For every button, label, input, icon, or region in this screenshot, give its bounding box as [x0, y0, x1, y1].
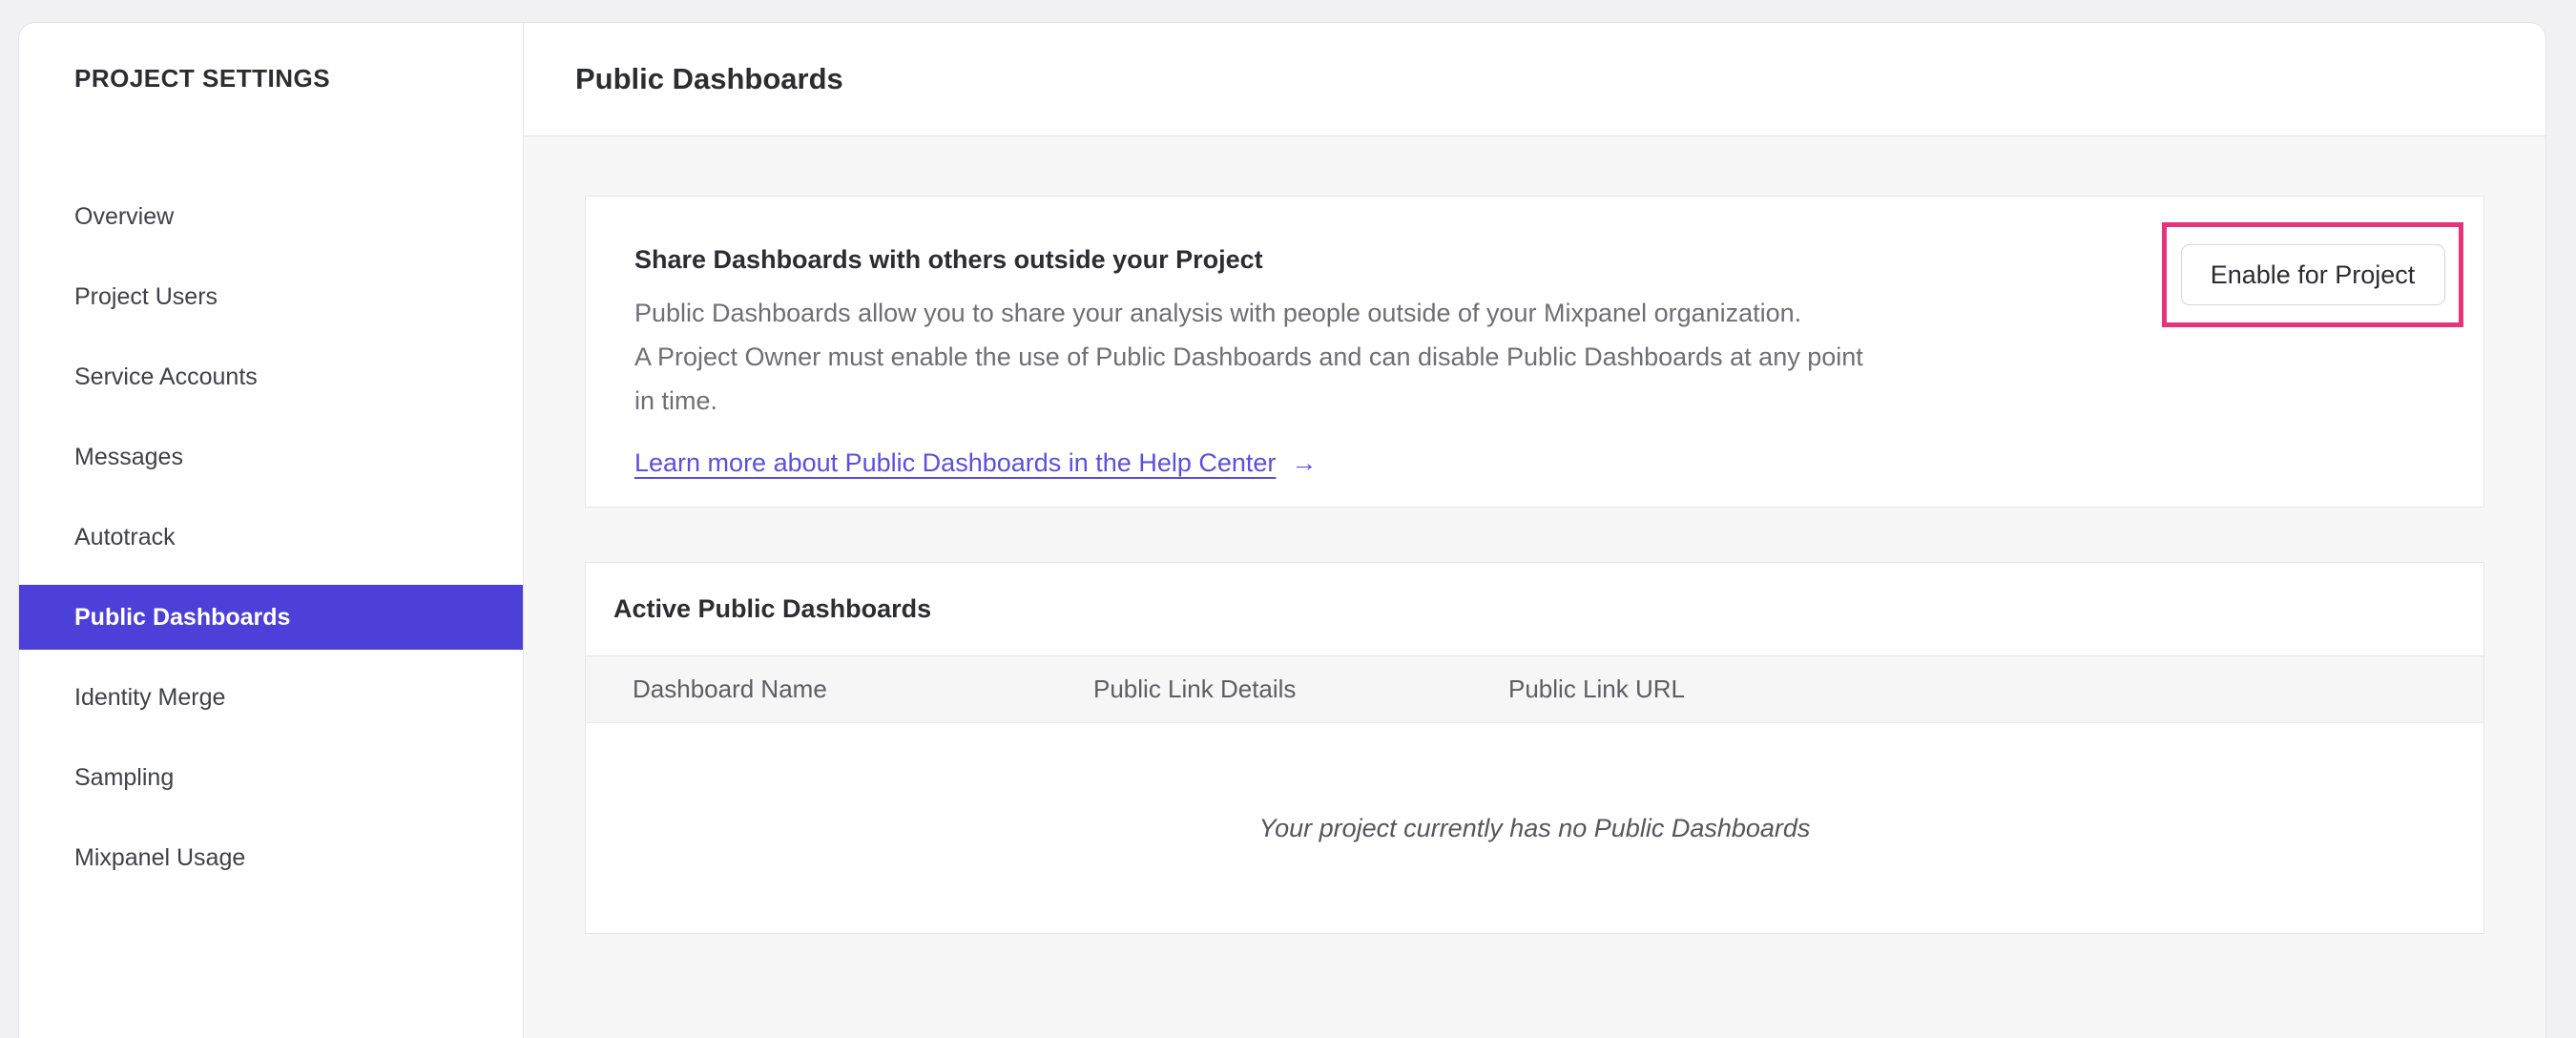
column-header-public-link-url: Public Link URL	[1508, 675, 1685, 703]
share-card-description-line: in time.	[634, 386, 718, 415]
main-content: Share Dashboards with others outside you…	[525, 137, 2545, 1038]
sidebar-item-overview[interactable]: Overview	[19, 184, 523, 249]
sidebar-item-messages[interactable]: Messages	[19, 425, 523, 489]
column-header-public-link-details: Public Link Details	[1093, 675, 1297, 703]
sidebar-nav: Overview Project Users Service Accounts Mes…	[19, 184, 523, 890]
learn-more-link[interactable]: Learn more about Public Dashboards in th…	[634, 448, 1276, 478]
active-dashboards-card: Active Public Dashboards Dashboard Name P…	[585, 562, 2484, 934]
sidebar-item-sampling[interactable]: Sampling	[19, 745, 523, 810]
project-settings-panel: PROJECT SETTINGS Overview Project Users Se…	[18, 22, 2546, 1038]
dashboards-table-header: Dashboard Name Public Link Details Public …	[586, 656, 2483, 723]
dashboards-empty-message: Your project currently has no Public Das…	[1258, 813, 1811, 842]
share-card-description-line: A Project Owner must enable the use of P…	[634, 343, 1863, 371]
annotation-highlight-box: Enable for Project	[2162, 222, 2463, 327]
sidebar-item-identity-merge[interactable]: Identity Merge	[19, 665, 523, 730]
sidebar-item-public-dashboards[interactable]: Public Dashboards	[19, 585, 523, 650]
sidebar-item-autotrack[interactable]: Autotrack	[19, 505, 523, 570]
sidebar-item-mixpanel-usage[interactable]: Mixpanel Usage	[19, 825, 523, 890]
learn-more-row: Learn more about Public Dashboards in th…	[634, 448, 2483, 478]
share-dashboards-card: Share Dashboards with others outside you…	[585, 196, 2484, 508]
sidebar-item-service-accounts[interactable]: Service Accounts	[19, 344, 523, 409]
sidebar-item-project-users[interactable]: Project Users	[19, 264, 523, 329]
active-dashboards-heading: Active Public Dashboards	[586, 563, 2483, 656]
settings-sidebar: PROJECT SETTINGS Overview Project Users Se…	[19, 23, 524, 1038]
column-header-dashboard-name: Dashboard Name	[633, 675, 827, 703]
sidebar-title: PROJECT SETTINGS	[74, 63, 331, 93]
enable-for-project-button[interactable]: Enable for Project	[2180, 244, 2445, 305]
main-header: Public Dashboards	[525, 23, 2545, 136]
arrow-right-icon: →	[1291, 448, 1318, 477]
page-title: Public Dashboards	[575, 62, 843, 95]
